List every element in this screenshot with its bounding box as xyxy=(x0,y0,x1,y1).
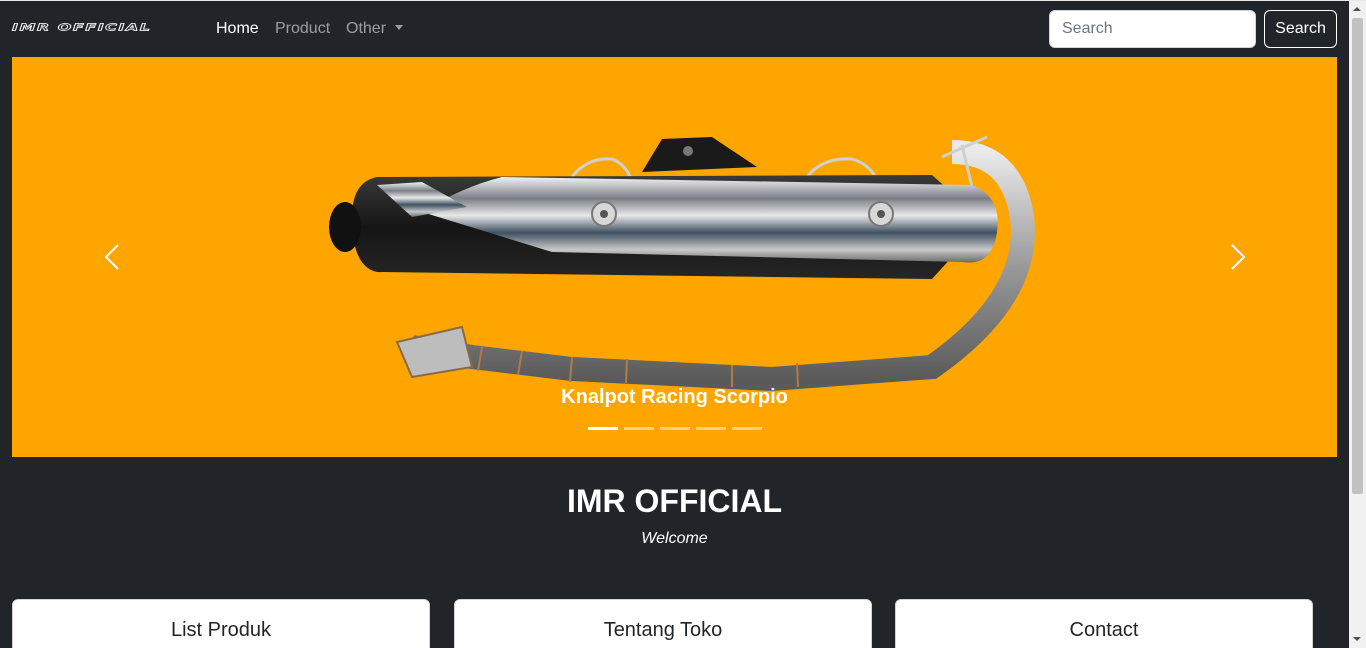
card-contact[interactable]: Contact xyxy=(895,599,1313,648)
card-title: List Produk xyxy=(170,619,272,641)
card-title: Tentang Toko xyxy=(603,619,723,641)
carousel-indicator-4[interactable] xyxy=(696,427,726,430)
hero-carousel: Knalpot Racing Scorpio xyxy=(12,57,1337,457)
nav-link-home[interactable]: Home xyxy=(216,20,259,38)
carousel-indicators xyxy=(588,427,762,430)
search-button[interactable]: Search xyxy=(1264,10,1337,48)
carousel-next-button[interactable] xyxy=(1218,237,1258,277)
carousel-indicator-2[interactable] xyxy=(624,427,654,430)
card-list-produk[interactable]: List Produk xyxy=(12,599,430,648)
caret-down-icon xyxy=(395,25,404,30)
card-title: Contact xyxy=(1069,619,1139,641)
chevron-left-icon xyxy=(104,244,119,270)
brand-logo[interactable]: IMR OFFICIAL xyxy=(11,21,151,33)
chevron-right-icon xyxy=(1231,244,1246,270)
carousel-indicator-5[interactable] xyxy=(732,427,762,430)
navbar: IMR OFFICIAL Home Product Other Search xyxy=(0,1,1349,57)
carousel-indicator-3[interactable] xyxy=(660,427,690,430)
scrollbar-thumb[interactable] xyxy=(1352,18,1363,494)
scroll-down-arrow-icon[interactable] xyxy=(1353,637,1361,641)
nav-link-other-dropdown[interactable]: Other xyxy=(346,20,404,38)
carousel-caption: Knalpot Racing Scorpio xyxy=(561,386,788,408)
page-title: IMR OFFICIAL xyxy=(566,483,783,519)
nav-link-product[interactable]: Product xyxy=(275,20,330,38)
page-scrollbar[interactable] xyxy=(1349,1,1366,648)
nav-link-other-label: Other xyxy=(346,20,387,37)
carousel-prev-button[interactable] xyxy=(92,237,132,277)
welcome-subtitle: Welcome xyxy=(641,530,708,547)
search-input[interactable] xyxy=(1049,10,1256,48)
scroll-up-arrow-icon[interactable] xyxy=(1353,7,1361,11)
carousel-indicator-1[interactable] xyxy=(588,427,618,430)
card-tentang-toko[interactable]: Tentang Toko xyxy=(454,599,872,648)
